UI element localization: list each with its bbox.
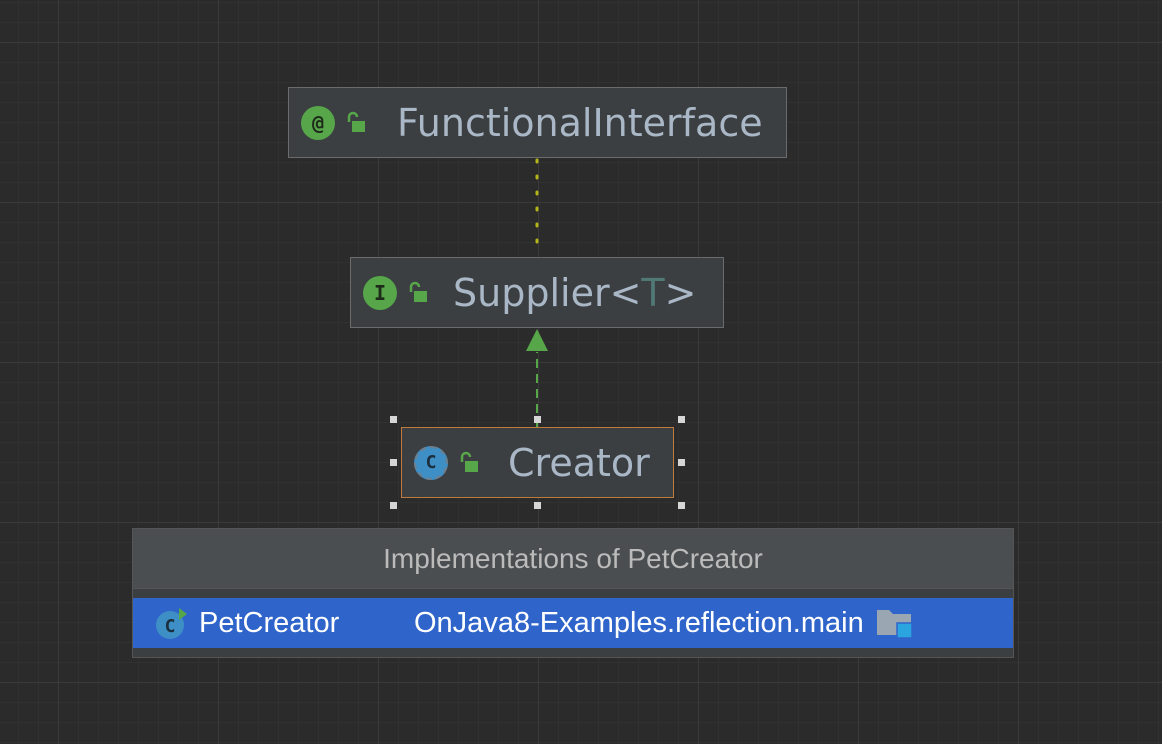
node-label-end: > <box>664 270 697 315</box>
node-supplier[interactable]: I Supplier<T> <box>350 257 724 328</box>
implementations-popup: Implementations of PetCreator C PetCreat… <box>132 528 1014 658</box>
node-creator[interactable]: C Creator <box>401 427 674 498</box>
resize-handle[interactable] <box>390 502 397 509</box>
abstract-class-icon: C <box>414 445 448 480</box>
list-item[interactable]: C PetCreator OnJava8-Examples.reflection… <box>133 598 1013 648</box>
implementation-location: OnJava8-Examples.reflection.main <box>414 606 864 639</box>
type-parameter: T <box>641 270 665 315</box>
open-lock-icon <box>347 111 365 132</box>
node-label: Creator <box>508 440 650 485</box>
node-label-name: Supplier< <box>453 270 642 315</box>
resize-handle[interactable] <box>678 416 685 423</box>
open-lock-icon <box>460 451 478 472</box>
node-label: Supplier<T> <box>453 271 696 315</box>
svg-text:C: C <box>165 616 176 637</box>
inheritance-arrowhead <box>526 329 548 351</box>
resize-handle[interactable] <box>534 416 541 423</box>
resize-handle[interactable] <box>678 502 685 509</box>
source-folder-icon <box>876 605 914 641</box>
popup-title: Implementations of PetCreator <box>133 529 1013 589</box>
class-icon: C <box>153 606 187 640</box>
implementation-name: PetCreator <box>199 606 340 639</box>
node-label: FunctionalInterface <box>397 100 763 145</box>
interface-icon: I <box>363 275 397 310</box>
node-functional-interface[interactable]: @ FunctionalInterface <box>288 87 787 158</box>
resize-handle[interactable] <box>678 459 685 466</box>
resize-handle[interactable] <box>390 416 397 423</box>
open-lock-icon <box>409 281 427 302</box>
resize-handle[interactable] <box>534 502 541 509</box>
annotation-icon: @ <box>301 105 335 140</box>
resize-handle[interactable] <box>390 459 397 466</box>
